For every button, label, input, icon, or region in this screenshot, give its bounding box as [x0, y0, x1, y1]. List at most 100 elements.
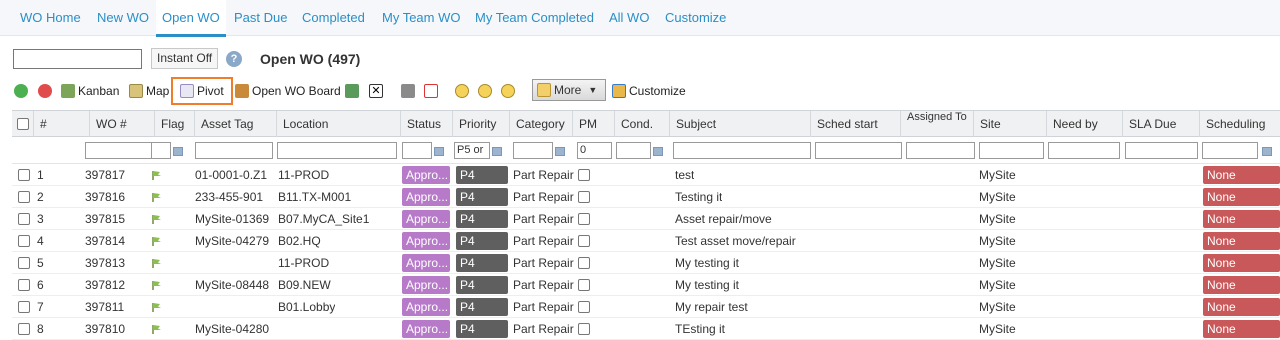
filter-menu-icon[interactable]	[1262, 147, 1272, 156]
tab-all-wo[interactable]: All WO	[609, 0, 649, 36]
pivot-button[interactable]: Pivot	[180, 80, 224, 102]
zoom-in-icon[interactable]	[455, 80, 472, 102]
flag-icon[interactable]	[151, 236, 162, 247]
close-icon[interactable]: ✕	[369, 80, 386, 102]
filter-flag[interactable]	[151, 142, 171, 159]
flag-icon[interactable]	[151, 324, 162, 335]
more-button[interactable]: More ▼	[532, 79, 606, 101]
filter-menu-icon[interactable]	[434, 147, 444, 156]
table-row[interactable]: 8 397810 MySite-04280 Part Repair TEsting it…	[12, 318, 1280, 340]
filter-menu-icon[interactable]	[653, 147, 663, 156]
tab-my-team-wo[interactable]: My Team WO	[382, 0, 461, 36]
pm-checkbox[interactable]	[578, 301, 590, 313]
print-icon[interactable]	[401, 80, 418, 102]
flag-icon[interactable]	[151, 192, 162, 203]
col-priority[interactable]: Priority	[453, 111, 510, 137]
filter-status[interactable]	[402, 142, 432, 159]
tab-new-wo[interactable]: New WO	[97, 0, 149, 36]
flag-icon[interactable]	[151, 280, 162, 291]
pm-checkbox[interactable]	[578, 257, 590, 269]
table-row[interactable]: 7 397811 B01.Lobby Part Repair My repair tes…	[12, 296, 1280, 318]
row-checkbox[interactable]	[18, 279, 30, 291]
table-row[interactable]: 6 397812 MySite-08448 B09.NEW Part Repair My …	[12, 274, 1280, 296]
col-subject[interactable]: Subject	[670, 111, 811, 137]
filter-category[interactable]	[513, 142, 553, 159]
pm-checkbox[interactable]	[578, 323, 590, 335]
col-status[interactable]: Status	[401, 111, 453, 137]
row-checkbox[interactable]	[18, 257, 30, 269]
col-sched-start[interactable]: Sched start	[811, 111, 901, 137]
col-need-by[interactable]: Need by	[1047, 111, 1123, 137]
filter-scheduling[interactable]	[1202, 142, 1258, 159]
filter-site[interactable]	[979, 142, 1044, 159]
filter-menu-icon[interactable]	[173, 147, 183, 156]
table-row[interactable]: 3 397815 MySite-01369 B07.MyCA_Site1 Part Re…	[12, 208, 1280, 230]
export-icon[interactable]	[345, 80, 362, 102]
pdf-icon[interactable]	[424, 80, 441, 102]
add-icon[interactable]	[14, 80, 31, 102]
row-checkbox[interactable]	[18, 301, 30, 313]
row-checkbox[interactable]	[18, 213, 30, 225]
filter-subject[interactable]	[673, 142, 811, 159]
help-icon[interactable]: ?	[226, 51, 242, 67]
customize-button[interactable]: Customize	[612, 80, 686, 102]
select-all-checkbox[interactable]	[17, 118, 29, 130]
flag-icon[interactable]	[151, 170, 162, 181]
col-asset-tag[interactable]: Asset Tag	[195, 111, 277, 137]
col-num[interactable]: #	[34, 111, 90, 137]
flag-icon[interactable]	[151, 258, 162, 269]
search-input[interactable]	[13, 49, 142, 69]
filter-menu-icon[interactable]	[492, 147, 502, 156]
zoom-reset-icon[interactable]	[478, 80, 495, 102]
tab-open-wo[interactable]: Open WO	[156, 0, 226, 37]
select-all-cell[interactable]	[12, 111, 34, 137]
tab-completed[interactable]: Completed	[302, 0, 365, 36]
col-scheduling[interactable]: Scheduling	[1200, 111, 1280, 137]
filter-menu-icon[interactable]	[555, 147, 565, 156]
table-row[interactable]: 2 397816 233-455-901 B11.TX-M001 Part Repair…	[12, 186, 1280, 208]
tab-wo-home[interactable]: WO Home	[20, 0, 81, 36]
pm-checkbox[interactable]	[578, 191, 590, 203]
filter-sla-due[interactable]	[1125, 142, 1198, 159]
instant-search-toggle[interactable]: Instant Off	[151, 48, 219, 69]
remove-icon[interactable]	[38, 80, 55, 102]
zoom-out-icon[interactable]	[501, 80, 518, 102]
open-wo-board-button[interactable]: Open WO Board	[235, 80, 341, 102]
col-site[interactable]: Site	[974, 111, 1047, 137]
col-flag[interactable]: Flag	[155, 111, 195, 137]
flag-icon[interactable]	[151, 302, 162, 313]
table-row[interactable]: 1 397817 01-0001-0.Z1 11-PROD Part Repair tes…	[12, 164, 1280, 186]
row-checkbox[interactable]	[18, 191, 30, 203]
col-category[interactable]: Category	[510, 111, 573, 137]
row-checkbox[interactable]	[18, 323, 30, 335]
table-row[interactable]: 4 397814 MySite-04279 B02.HQ Part Repair Test…	[12, 230, 1280, 252]
filter-wo[interactable]	[85, 142, 159, 159]
filter-location[interactable]	[277, 142, 397, 159]
row-checkbox[interactable]	[18, 169, 30, 181]
filter-sched-start[interactable]	[815, 142, 902, 159]
pm-checkbox[interactable]	[578, 235, 590, 247]
pm-checkbox[interactable]	[578, 169, 590, 181]
filter-asset-tag[interactable]	[195, 142, 273, 159]
kanban-button[interactable]: Kanban	[61, 80, 119, 102]
col-cond[interactable]: Cond.	[615, 111, 670, 137]
filter-assigned-to[interactable]	[906, 142, 975, 159]
tab-my-team-completed[interactable]: My Team Completed	[475, 0, 594, 36]
filter-need-by[interactable]	[1048, 142, 1120, 159]
pm-checkbox[interactable]	[578, 279, 590, 291]
filter-priority[interactable]: P5 or	[454, 142, 490, 159]
col-pm[interactable]: PM	[573, 111, 615, 137]
row-checkbox[interactable]	[18, 235, 30, 247]
map-button[interactable]: Map	[129, 80, 169, 102]
filter-pm[interactable]: 0	[577, 142, 612, 159]
col-location[interactable]: Location	[277, 111, 401, 137]
tab-customize[interactable]: Customize	[665, 0, 726, 36]
table-row[interactable]: 5 397813 11-PROD Part Repair My testing it My…	[12, 252, 1280, 274]
filter-cond[interactable]	[616, 142, 651, 159]
flag-icon[interactable]	[151, 214, 162, 225]
col-wo[interactable]: WO #	[90, 111, 155, 137]
tab-past-due[interactable]: Past Due	[234, 0, 287, 36]
col-assigned-to[interactable]: Assigned To	[901, 111, 974, 137]
col-sla-due[interactable]: SLA Due	[1123, 111, 1200, 137]
pm-checkbox[interactable]	[578, 213, 590, 225]
